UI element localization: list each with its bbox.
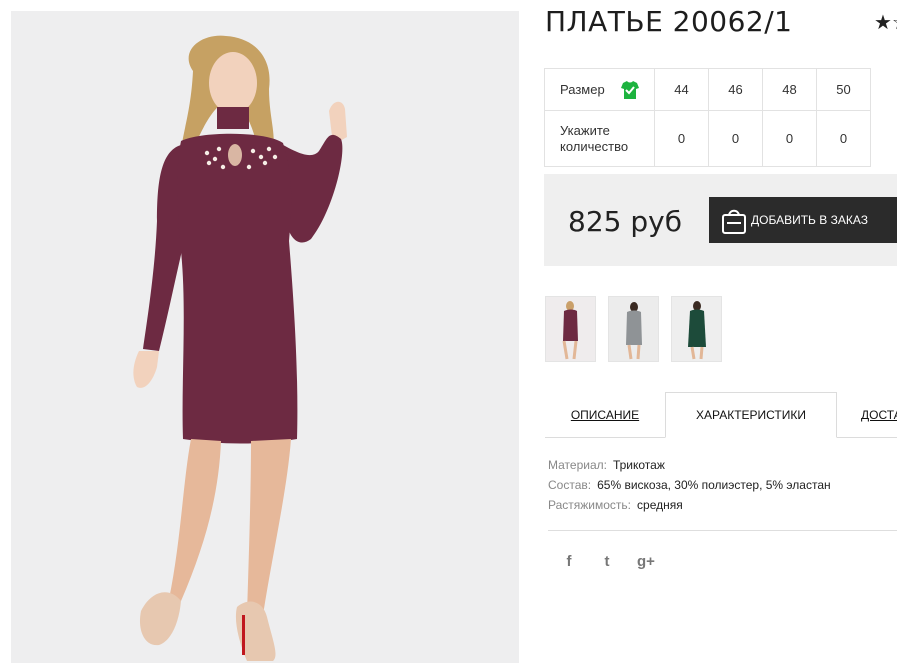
size-50: 50 [816,68,871,111]
star-icon: ★☆ [874,12,897,34]
price: 825 руб [568,205,682,238]
quantity-input-46[interactable]: 0 [708,110,763,167]
google-plus-icon[interactable]: g+ [637,553,655,570]
size-44: 44 [654,68,709,111]
spec-row-material: Материал: Трикотаж [548,455,831,475]
size-48: 48 [762,68,817,111]
spec-value: средняя [637,498,683,512]
quantity-input-44[interactable]: 0 [654,110,709,167]
tab-description[interactable]: ОПИСАНИЕ [545,392,665,438]
product-title: ПЛАТЬЕ 20062/1 [545,5,793,38]
shopping-bag-icon [722,209,746,234]
thumbnail-grey[interactable] [608,296,659,362]
product-tabs: ОПИСАНИЕ ХАРАКТЕРИСТИКИ ДОСТАВКА [545,392,897,438]
quantity-label: Укажите количество [544,110,655,167]
divider [548,530,897,531]
social-share: f t g+ [561,553,655,570]
size-46: 46 [708,68,763,111]
characteristics-list: Материал: Трикотаж Состав: 65% вискоза, 30… [548,455,831,515]
spec-value: 65% вискоза, 30% полиэстер, 5% эластан [597,478,831,492]
twitter-icon[interactable]: t [599,553,615,570]
size-label-cell: Размер [544,68,655,111]
spec-row-stretch: Растяжимость: средняя [548,495,831,515]
thumbnail-strip [545,296,722,362]
tab-characteristics[interactable]: ХАРАКТЕРИСТИКИ [665,392,837,438]
price-box: 825 руб ДОБАВИТЬ В ЗАКАЗ [544,174,897,266]
spec-value: Трикотаж [612,458,665,472]
quantity-input-50[interactable]: 0 [816,110,871,167]
rating-stars[interactable]: ★☆ [874,10,897,35]
thumbnail-burgundy[interactable] [545,296,596,362]
size-label: Размер [560,81,605,97]
tab-delivery[interactable]: ДОСТАВКА [861,392,897,438]
add-to-cart-button[interactable]: ДОБАВИТЬ В ЗАКАЗ [709,197,897,243]
tab-description-label: ОПИСАНИЕ [570,408,640,422]
quantity-input-48[interactable]: 0 [762,110,817,167]
green-shirt-check-icon [621,81,639,99]
tab-characteristics-label: ХАРАКТЕРИСТИКИ [695,408,806,422]
spec-label: Материал: [548,458,607,472]
spec-label: Растяжимость: [548,498,632,512]
thumbnail-green[interactable] [671,296,722,362]
tab-delivery-label: ДОСТАВКА [861,408,897,422]
size-table: Размер 44 46 48 50 Укажите количество 0 … [544,68,871,167]
facebook-icon[interactable]: f [561,553,577,570]
spec-row-composition: Состав: 65% вискоза, 30% полиэстер, 5% эл… [548,475,831,495]
main-product-image[interactable] [11,11,519,663]
spec-label: Состав: [548,478,592,492]
add-to-cart-label: ДОБАВИТЬ В ЗАКАЗ [751,213,868,227]
